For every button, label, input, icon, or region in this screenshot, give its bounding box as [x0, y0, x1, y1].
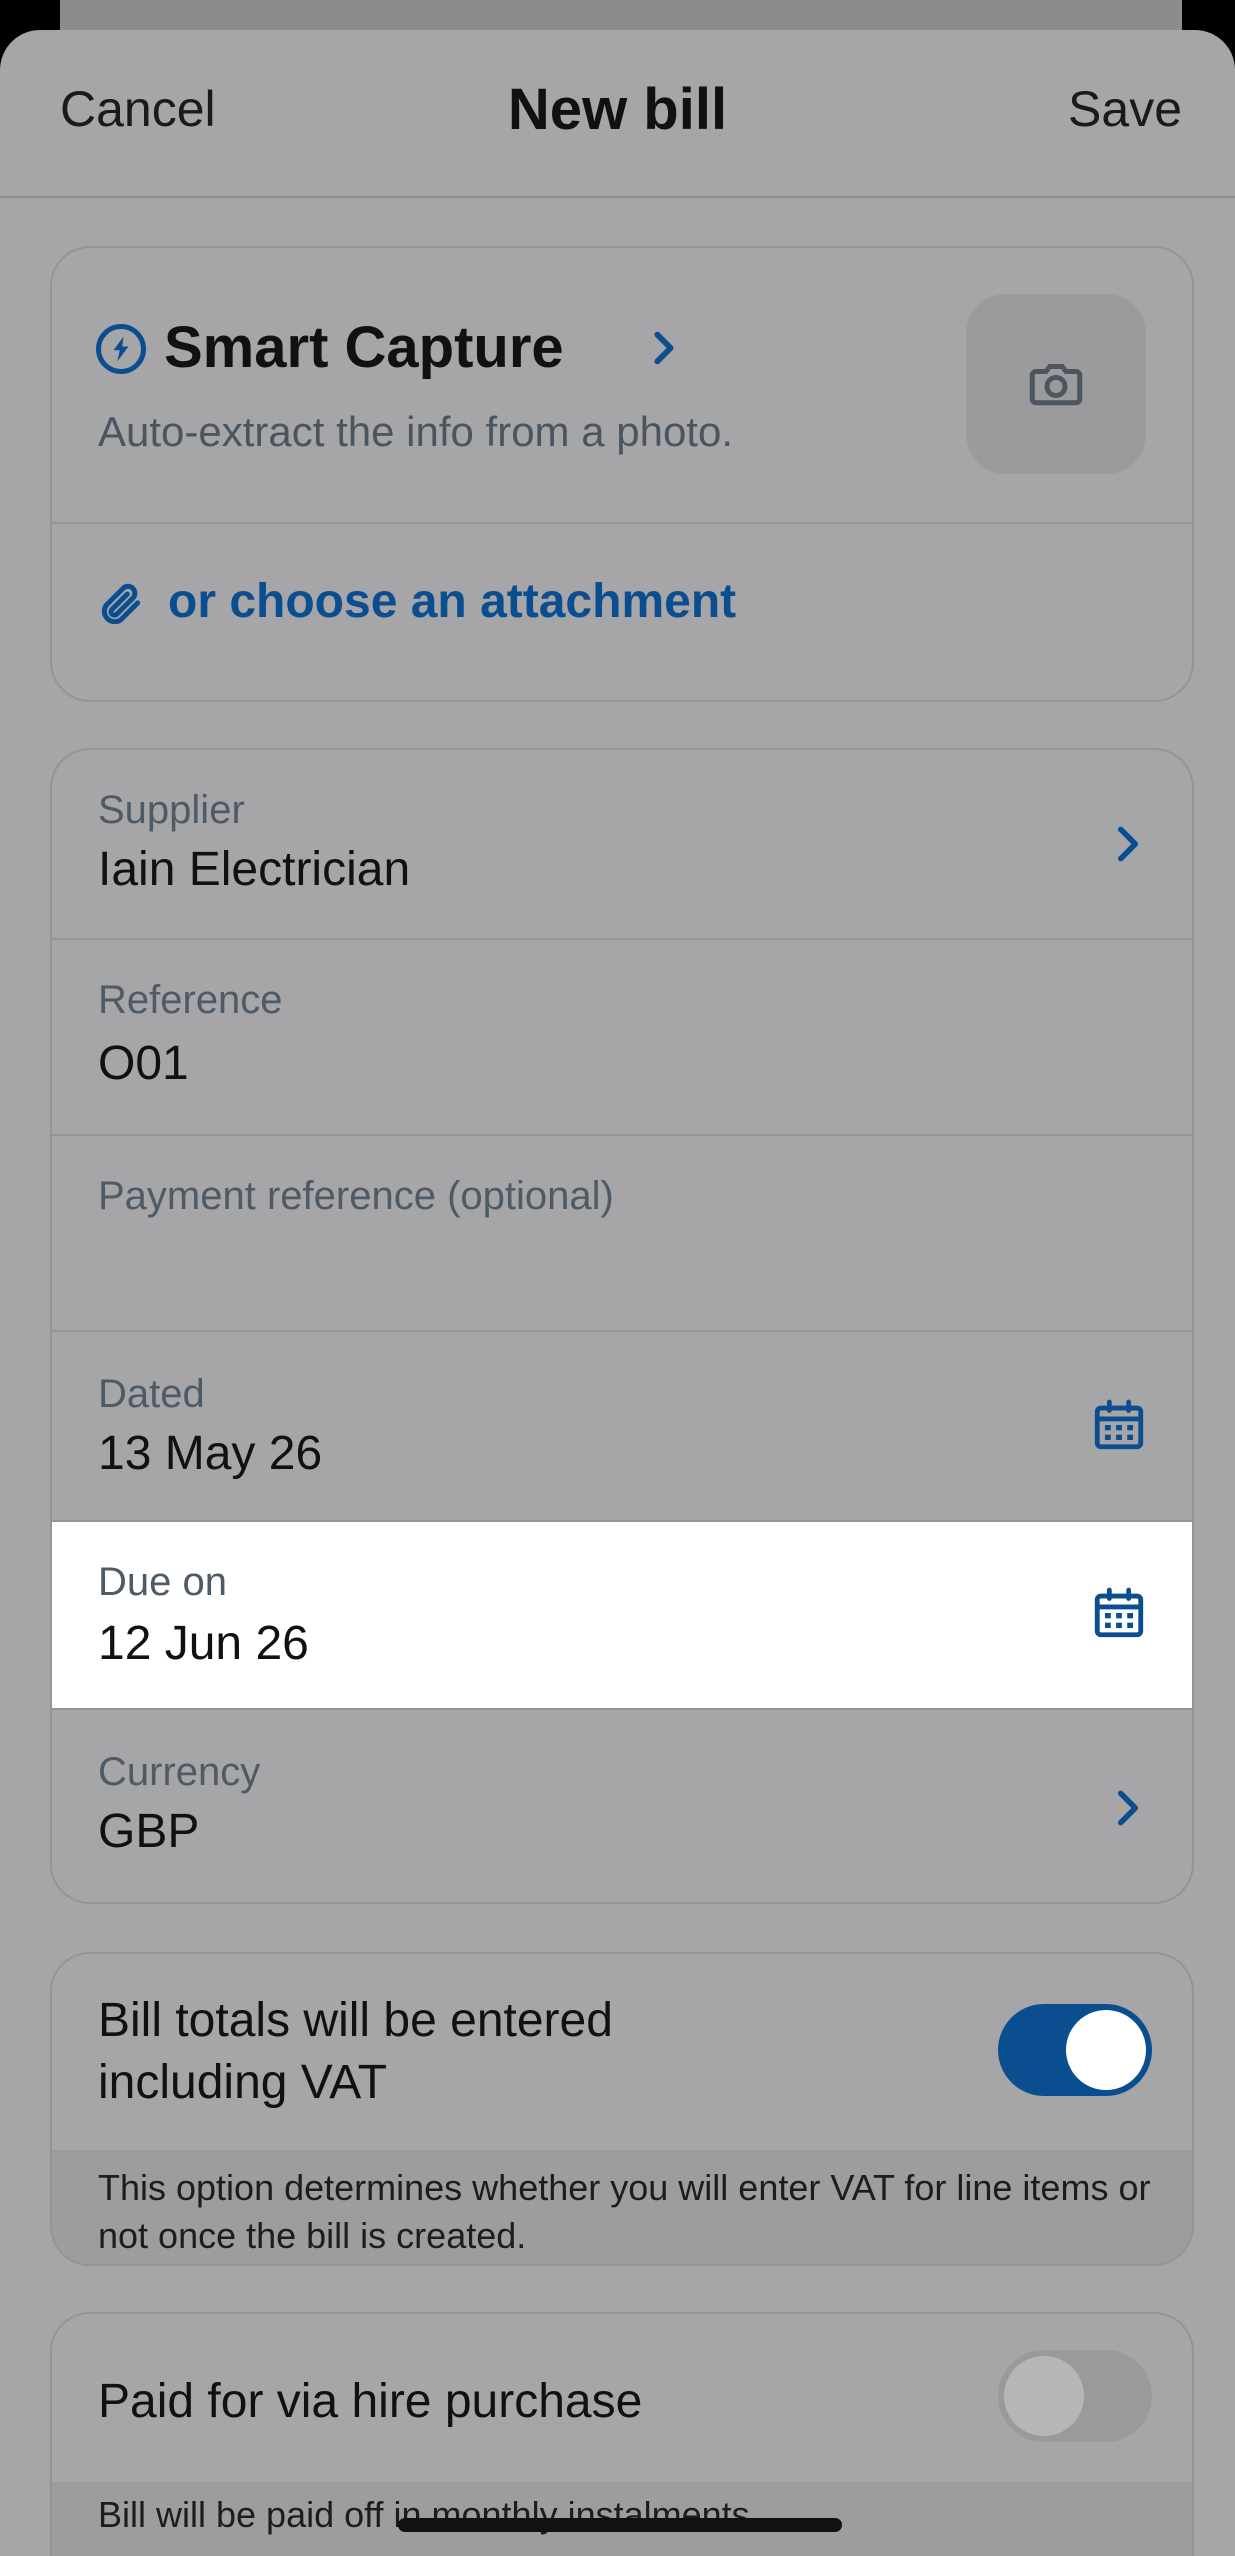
toggle-knob — [1066, 2010, 1146, 2090]
currency-value: GBP — [98, 1805, 200, 1858]
smart-capture-subtitle: Auto-extract the info from a photo. — [98, 408, 734, 455]
home-indicator[interactable] — [398, 2518, 842, 2532]
new-bill-sheet: Cancel New bill Save Smart Capture Auto-… — [0, 30, 1235, 2556]
supplier-value: Iain Electrician — [98, 843, 411, 896]
chevron-right-icon — [1117, 1790, 1139, 1826]
reference-label: Reference — [98, 978, 283, 1022]
due-on-value: 12 Jun 26 — [98, 1617, 309, 1670]
save-button[interactable]: Save — [1068, 80, 1182, 138]
dated-value: 13 May 26 — [98, 1427, 323, 1480]
supplier-label: Supplier — [98, 788, 245, 832]
nav-bar: Cancel New bill Save — [0, 30, 1235, 198]
due-on-label: Due on — [98, 1560, 227, 1604]
payment-reference-field[interactable]: Payment reference (optional) — [52, 1136, 1192, 1332]
chevron-right-icon — [1117, 826, 1139, 862]
smart-capture-title: Smart Capture — [164, 315, 564, 380]
smart-capture-card: Smart Capture Auto-extract the info from… — [50, 246, 1194, 702]
bill-details-card: Supplier Iain Electrician Reference O01 … — [50, 748, 1194, 1904]
vat-toggle[interactable] — [998, 2004, 1152, 2096]
vat-card: Bill totals will be entered including VA… — [50, 1952, 1194, 2266]
paperclip-icon — [101, 583, 141, 625]
choose-attachment-label: or choose an attachment — [168, 575, 737, 628]
choose-attachment-button[interactable]: or choose an attachment — [52, 526, 1192, 700]
vat-toggle-label: Bill totals will be entered including VA… — [98, 1994, 613, 2109]
dated-label: Dated — [98, 1372, 205, 1416]
due-on-row[interactable]: Due on 12 Jun 26 — [52, 1522, 1192, 1710]
hire-purchase-label: Paid for via hire purchase — [98, 2375, 643, 2428]
camera-button[interactable] — [966, 294, 1146, 474]
reference-value: O01 — [98, 1037, 189, 1090]
chevron-right-icon — [654, 331, 674, 365]
calendar-icon[interactable] — [1090, 1396, 1148, 1454]
calendar-icon[interactable] — [1090, 1584, 1148, 1642]
toggle-knob — [1004, 2356, 1084, 2436]
supplier-row[interactable]: Supplier Iain Electrician — [52, 750, 1192, 940]
dated-row[interactable]: Dated 13 May 26 — [52, 1332, 1192, 1522]
payment-reference-label: Payment reference (optional) — [98, 1174, 614, 1218]
camera-icon — [1029, 364, 1083, 406]
hire-purchase-toggle[interactable] — [998, 2350, 1152, 2442]
currency-label: Currency — [98, 1750, 261, 1794]
reference-field[interactable]: Reference O01 — [52, 940, 1192, 1136]
page-title: New bill — [507, 77, 728, 142]
vat-note: This option determines whether you will … — [98, 2167, 1151, 2256]
currency-row[interactable]: Currency GBP — [52, 1710, 1192, 1902]
lightning-icon — [96, 324, 146, 374]
smart-capture-row[interactable]: Smart Capture Auto-extract the info from… — [52, 248, 1192, 524]
